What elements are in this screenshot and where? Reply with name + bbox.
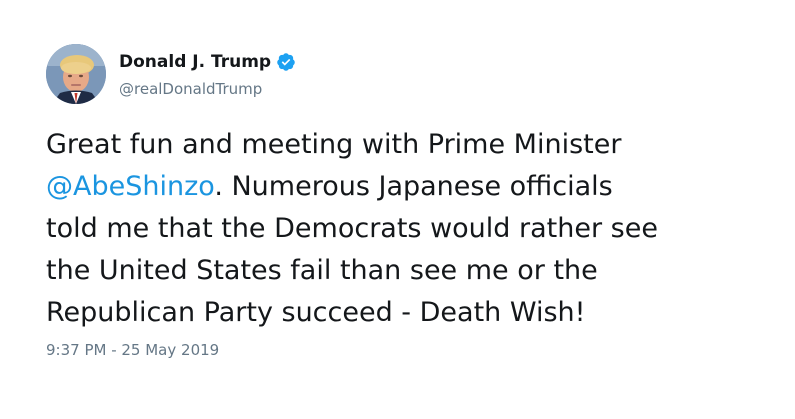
user-identity: Donald J. Trump @realDonaldTrump bbox=[119, 50, 296, 98]
tweet-line: @AbeShinzo. Numerous Japanese officials bbox=[46, 166, 766, 208]
tweet-text-segment: Republican Party succeed - Death Wish! bbox=[46, 297, 586, 328]
tweet-text: Great fun and meeting with Prime Ministe… bbox=[46, 124, 766, 334]
tweet-timestamp[interactable]: 9:37 PM - 25 May 2019 bbox=[46, 341, 219, 359]
tweet-text-segment: the United States fail than see me or th… bbox=[46, 255, 598, 286]
tweet-line: the United States fail than see me or th… bbox=[46, 250, 766, 292]
tweet-card: Donald J. Trump @realDonaldTrump Great f… bbox=[0, 0, 795, 419]
tweet-header: Donald J. Trump @realDonaldTrump bbox=[46, 43, 296, 105]
tweet-text-segment: told me that the Democrats would rather … bbox=[46, 213, 658, 244]
tweet-line: Great fun and meeting with Prime Ministe… bbox=[46, 124, 766, 166]
avatar[interactable] bbox=[46, 44, 106, 104]
tweet-line: told me that the Democrats would rather … bbox=[46, 208, 766, 250]
mention-link[interactable]: @AbeShinzo bbox=[46, 171, 214, 202]
tweet-text-segment: . Numerous Japanese officials bbox=[214, 171, 613, 202]
avatar-image bbox=[46, 44, 106, 104]
name-row: Donald J. Trump bbox=[119, 50, 296, 74]
tweet-text-segment: Great fun and meeting with Prime Ministe… bbox=[46, 129, 622, 160]
display-name[interactable]: Donald J. Trump bbox=[119, 52, 271, 72]
tweet-line: Republican Party succeed - Death Wish! bbox=[46, 292, 766, 334]
verified-badge-icon bbox=[276, 52, 296, 72]
user-handle[interactable]: @realDonaldTrump bbox=[119, 80, 296, 98]
